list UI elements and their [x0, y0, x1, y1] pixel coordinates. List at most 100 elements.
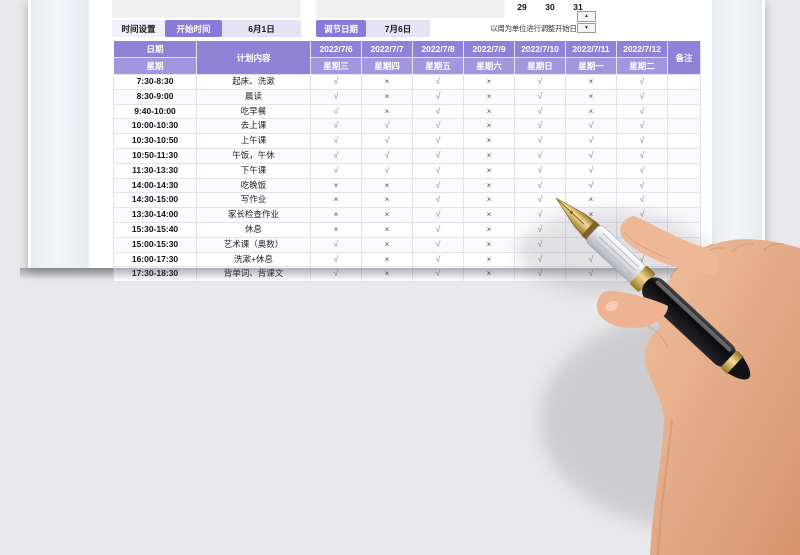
- mark-cell[interactable]: ×: [361, 103, 413, 120]
- time-cell[interactable]: 16:00-17:30: [113, 251, 197, 268]
- mark-cell[interactable]: √: [565, 118, 617, 135]
- mark-cell[interactable]: √: [565, 236, 617, 253]
- mark-cell[interactable]: √: [616, 236, 668, 253]
- mark-cell[interactable]: √: [361, 118, 413, 135]
- time-cell[interactable]: 10:00-10:30: [113, 118, 197, 135]
- mark-cell[interactable]: √: [310, 74, 362, 90]
- mark-cell[interactable]: √: [616, 251, 668, 268]
- plan-cell[interactable]: 艺术课（奥数）: [196, 236, 311, 253]
- mark-cell[interactable]: √: [310, 147, 362, 164]
- mark-cell[interactable]: √: [412, 74, 464, 90]
- mark-cell[interactable]: √: [616, 133, 668, 149]
- mark-cell[interactable]: √: [310, 133, 362, 149]
- adjust-date-value[interactable]: 7月6日: [366, 20, 430, 37]
- plan-cell[interactable]: 吃晚饭: [196, 177, 311, 194]
- remark-cell[interactable]: [667, 207, 701, 223]
- mark-cell[interactable]: √: [514, 162, 566, 179]
- mark-cell[interactable]: √: [412, 192, 464, 209]
- time-cell[interactable]: 14:30-15:00: [113, 192, 197, 209]
- mark-cell[interactable]: ×: [361, 236, 413, 253]
- mark-cell[interactable]: √: [514, 88, 566, 105]
- mark-cell[interactable]: ×: [310, 221, 362, 238]
- mark-cell[interactable]: √: [514, 133, 566, 149]
- mark-cell[interactable]: √: [514, 221, 566, 238]
- mark-cell[interactable]: ×: [463, 192, 515, 209]
- time-cell[interactable]: 8:30-9:00: [113, 88, 197, 105]
- mark-cell[interactable]: ×: [565, 192, 617, 209]
- mark-cell[interactable]: √: [514, 192, 566, 209]
- mark-cell[interactable]: √: [514, 207, 566, 223]
- mark-cell[interactable]: ×: [361, 88, 413, 105]
- mark-cell[interactable]: √: [310, 236, 362, 253]
- time-cell[interactable]: 9:40-10:00: [113, 103, 197, 120]
- mark-cell[interactable]: √: [616, 74, 668, 90]
- plan-cell[interactable]: 吃早餐: [196, 103, 311, 120]
- time-cell[interactable]: 13:30-14:00: [113, 207, 197, 223]
- mark-cell[interactable]: √: [412, 147, 464, 164]
- mark-cell[interactable]: ×: [310, 207, 362, 223]
- mark-cell[interactable]: √: [412, 177, 464, 194]
- remark-cell[interactable]: [667, 118, 701, 135]
- remark-cell[interactable]: [667, 88, 701, 105]
- mark-cell[interactable]: ×: [565, 88, 617, 105]
- mark-cell[interactable]: √: [514, 236, 566, 253]
- plan-cell[interactable]: 上午课: [196, 133, 311, 149]
- mark-cell[interactable]: √: [616, 103, 668, 120]
- mark-cell[interactable]: √: [565, 147, 617, 164]
- plan-cell[interactable]: 休息: [196, 221, 311, 238]
- time-cell[interactable]: 15:00-15:30: [113, 236, 197, 253]
- remark-cell[interactable]: [667, 133, 701, 149]
- time-cell[interactable]: 11:30-13:30: [113, 162, 197, 179]
- remark-cell[interactable]: [667, 147, 701, 164]
- mark-cell[interactable]: √: [616, 162, 668, 179]
- mark-cell[interactable]: √: [361, 162, 413, 179]
- plan-cell[interactable]: 写作业: [196, 192, 311, 209]
- calendar-day[interactable]: 29: [515, 1, 529, 13]
- mark-cell[interactable]: √: [412, 251, 464, 268]
- mark-cell[interactable]: √: [616, 177, 668, 194]
- spinner-down-button[interactable]: ▼: [577, 22, 596, 33]
- mark-cell[interactable]: ×: [463, 162, 515, 179]
- mark-cell[interactable]: ×: [310, 192, 362, 209]
- mark-cell[interactable]: ×: [463, 88, 515, 105]
- time-cell[interactable]: 10:50-11:30: [113, 147, 197, 164]
- mark-cell[interactable]: √: [616, 88, 668, 105]
- plan-cell[interactable]: 午饭，午休: [196, 147, 311, 164]
- mark-cell[interactable]: ×: [361, 251, 413, 268]
- mark-cell[interactable]: √: [412, 162, 464, 179]
- mark-cell[interactable]: ×: [463, 74, 515, 90]
- mark-cell[interactable]: √: [514, 177, 566, 194]
- mark-cell[interactable]: ×: [565, 221, 617, 238]
- mark-cell[interactable]: ×: [361, 221, 413, 238]
- mark-cell[interactable]: √: [412, 118, 464, 135]
- plan-cell[interactable]: 洗漱+休息: [196, 251, 311, 268]
- start-time-value[interactable]: 6月1日: [222, 20, 301, 37]
- time-cell[interactable]: 14:00-14:30: [113, 177, 197, 194]
- mark-cell[interactable]: √: [565, 162, 617, 179]
- mark-cell[interactable]: √: [412, 133, 464, 149]
- mark-cell[interactable]: √: [565, 177, 617, 194]
- mark-cell[interactable]: √: [565, 251, 617, 268]
- mark-cell[interactable]: ×: [463, 236, 515, 253]
- mark-cell[interactable]: √: [412, 236, 464, 253]
- mark-cell[interactable]: ×: [463, 177, 515, 194]
- plan-cell[interactable]: 下午课: [196, 162, 311, 179]
- remark-cell[interactable]: [667, 177, 701, 194]
- mark-cell[interactable]: √: [310, 162, 362, 179]
- plan-cell[interactable]: 晨读: [196, 88, 311, 105]
- mark-cell[interactable]: √: [514, 74, 566, 90]
- mark-cell[interactable]: √: [514, 103, 566, 120]
- mark-cell[interactable]: √: [514, 251, 566, 268]
- mark-cell[interactable]: ×: [463, 133, 515, 149]
- mark-cell[interactable]: √: [310, 118, 362, 135]
- mark-cell[interactable]: ×: [361, 74, 413, 90]
- mark-cell[interactable]: ×: [463, 251, 515, 268]
- time-cell[interactable]: 10:30-10:50: [113, 133, 197, 149]
- mark-cell[interactable]: √: [412, 221, 464, 238]
- mark-cell[interactable]: √: [616, 192, 668, 209]
- mark-cell[interactable]: √: [616, 221, 668, 238]
- mark-cell[interactable]: ×: [463, 207, 515, 223]
- mark-cell[interactable]: ×: [361, 192, 413, 209]
- start-time-button[interactable]: 开始时间: [165, 20, 222, 37]
- mark-cell[interactable]: ×: [310, 177, 362, 194]
